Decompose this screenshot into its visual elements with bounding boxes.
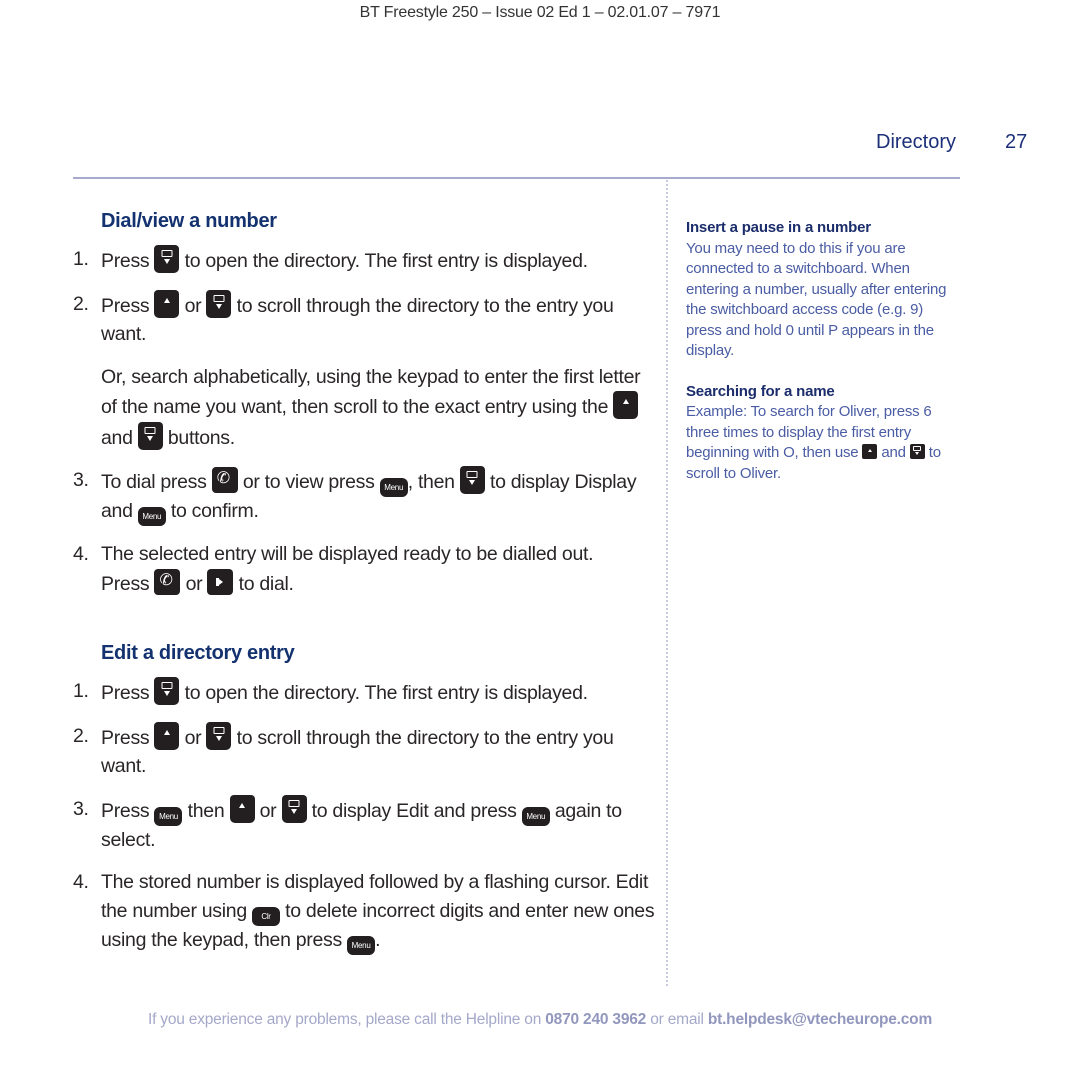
step-text: to open the directory. The first entry i… <box>184 250 588 272</box>
step-text: or <box>185 572 203 595</box>
step-text: Press <box>101 682 150 704</box>
clear-key-icon: Clr <box>252 906 281 926</box>
page-number: 27 <box>1005 131 1028 153</box>
phone-talk-key-icon: ✆ <box>211 467 238 493</box>
display-option-text: Display <box>574 471 637 493</box>
sidebar-text-pause: You may need to do this if you are conne… <box>686 239 947 360</box>
para-text: and <box>101 426 133 449</box>
directory-down-key-icon <box>137 421 163 450</box>
step-number: 4. <box>73 543 89 565</box>
step-text: to dial. <box>238 572 294 595</box>
menu-key-icon: Menu <box>137 507 166 526</box>
step-text: or <box>184 294 202 317</box>
document-reference: BT Freestyle 250 – Issue 02 Ed 1 – 02.01… <box>359 4 721 21</box>
step-text: Press <box>101 250 150 272</box>
step-text: To dial press <box>101 471 207 493</box>
step-text: and <box>101 500 133 522</box>
section-title: Directory <box>876 131 957 153</box>
directory-down-key-icon <box>154 245 180 273</box>
step-number: 3. <box>73 469 89 491</box>
main-column: Dial/view a number 1. Press to open the … <box>73 210 658 955</box>
edit-step-3: 3. Press Menu then or to display Edit an… <box>73 794 658 855</box>
dial-step-4: 4. The selected entry will be displayed … <box>73 540 658 598</box>
directory-down-key-icon <box>459 466 485 494</box>
step-text: or <box>184 726 202 749</box>
column-divider <box>666 180 668 986</box>
helpline-phone: 0870 240 3962 <box>545 1011 647 1028</box>
footer-text: If you experience any problems, please c… <box>147 1011 542 1028</box>
directory-down-key-icon <box>206 289 232 318</box>
header-rule <box>73 177 960 179</box>
up-key-icon <box>154 721 180 750</box>
step-text: Press <box>101 572 150 595</box>
step-number: 2. <box>73 292 89 315</box>
step-number: 1. <box>73 680 89 702</box>
para-text: buttons. <box>167 426 235 449</box>
footer-text: or email <box>650 1011 704 1028</box>
step-number: 2. <box>73 724 89 747</box>
menu-key-icon: Menu <box>379 478 408 497</box>
up-key-icon <box>229 794 255 823</box>
step-text: The selected entry will be displayed rea… <box>101 543 594 565</box>
step-number: 1. <box>73 248 89 270</box>
up-key-icon <box>862 444 878 459</box>
step-text: then <box>187 799 225 822</box>
sidebar-text: and <box>881 444 906 461</box>
step-text: to confirm. <box>170 500 259 522</box>
up-key-icon <box>613 391 639 419</box>
step-text: to display Edit and press <box>311 799 517 822</box>
para-text: Or, search alphabetically, using the key… <box>101 365 641 419</box>
step-text: or to view press <box>242 471 375 493</box>
phone-talk-key-icon: ✆ <box>154 568 181 595</box>
step-text: . <box>375 928 381 951</box>
directory-down-key-icon <box>909 444 925 459</box>
step-number: 3. <box>73 797 89 820</box>
helpdesk-email-link[interactable]: bt.helpdesk@vtecheurope.com <box>708 1011 932 1028</box>
step-text: Press <box>101 294 150 317</box>
step-text: to display <box>489 471 570 493</box>
menu-key-icon: Menu <box>521 806 550 826</box>
directory-down-key-icon <box>281 794 307 823</box>
dial-step-3: 3. To dial press ✆ or to view press Menu… <box>73 466 658 526</box>
heading-edit-entry: Edit a directory entry <box>101 642 295 664</box>
search-paragraph: Or, search alphabetically, using the key… <box>73 363 658 453</box>
helpline-footer: If you experience any problems, please c… <box>0 1011 1080 1029</box>
step-text: Press <box>101 799 150 822</box>
step-text: Press <box>101 726 150 749</box>
handsfree-key-icon <box>207 568 234 595</box>
edit-step-4: 4. The stored number is displayed follow… <box>73 868 658 955</box>
sidebar-text-search: Example: To search for Oliver, press 6 t… <box>686 402 961 484</box>
directory-down-key-icon <box>154 677 180 705</box>
sidebar-heading-search: Searching for a name <box>686 382 835 400</box>
step-text: , then <box>407 471 455 493</box>
up-key-icon <box>154 289 180 318</box>
dial-step-1: 1. Press to open the directory. The firs… <box>73 245 658 276</box>
step-text: to open the directory. The first entry i… <box>184 682 588 704</box>
step-number: 4. <box>73 871 89 893</box>
menu-key-icon: Menu <box>347 935 376 955</box>
step-text: or <box>259 799 277 822</box>
sidebar-heading-pause: Insert a pause in a number <box>686 219 871 236</box>
dial-step-2: 2. Press or to scroll through the direct… <box>73 289 658 349</box>
menu-key-icon: Menu <box>154 806 183 826</box>
edit-step-1: 1. Press to open the directory. The firs… <box>73 677 658 708</box>
sidebar-column: Insert a pause in a number You may need … <box>686 218 961 484</box>
heading-dial-view: Dial/view a number <box>101 210 277 232</box>
directory-down-key-icon <box>206 721 232 750</box>
edit-step-2: 2. Press or to scroll through the direct… <box>73 721 658 781</box>
